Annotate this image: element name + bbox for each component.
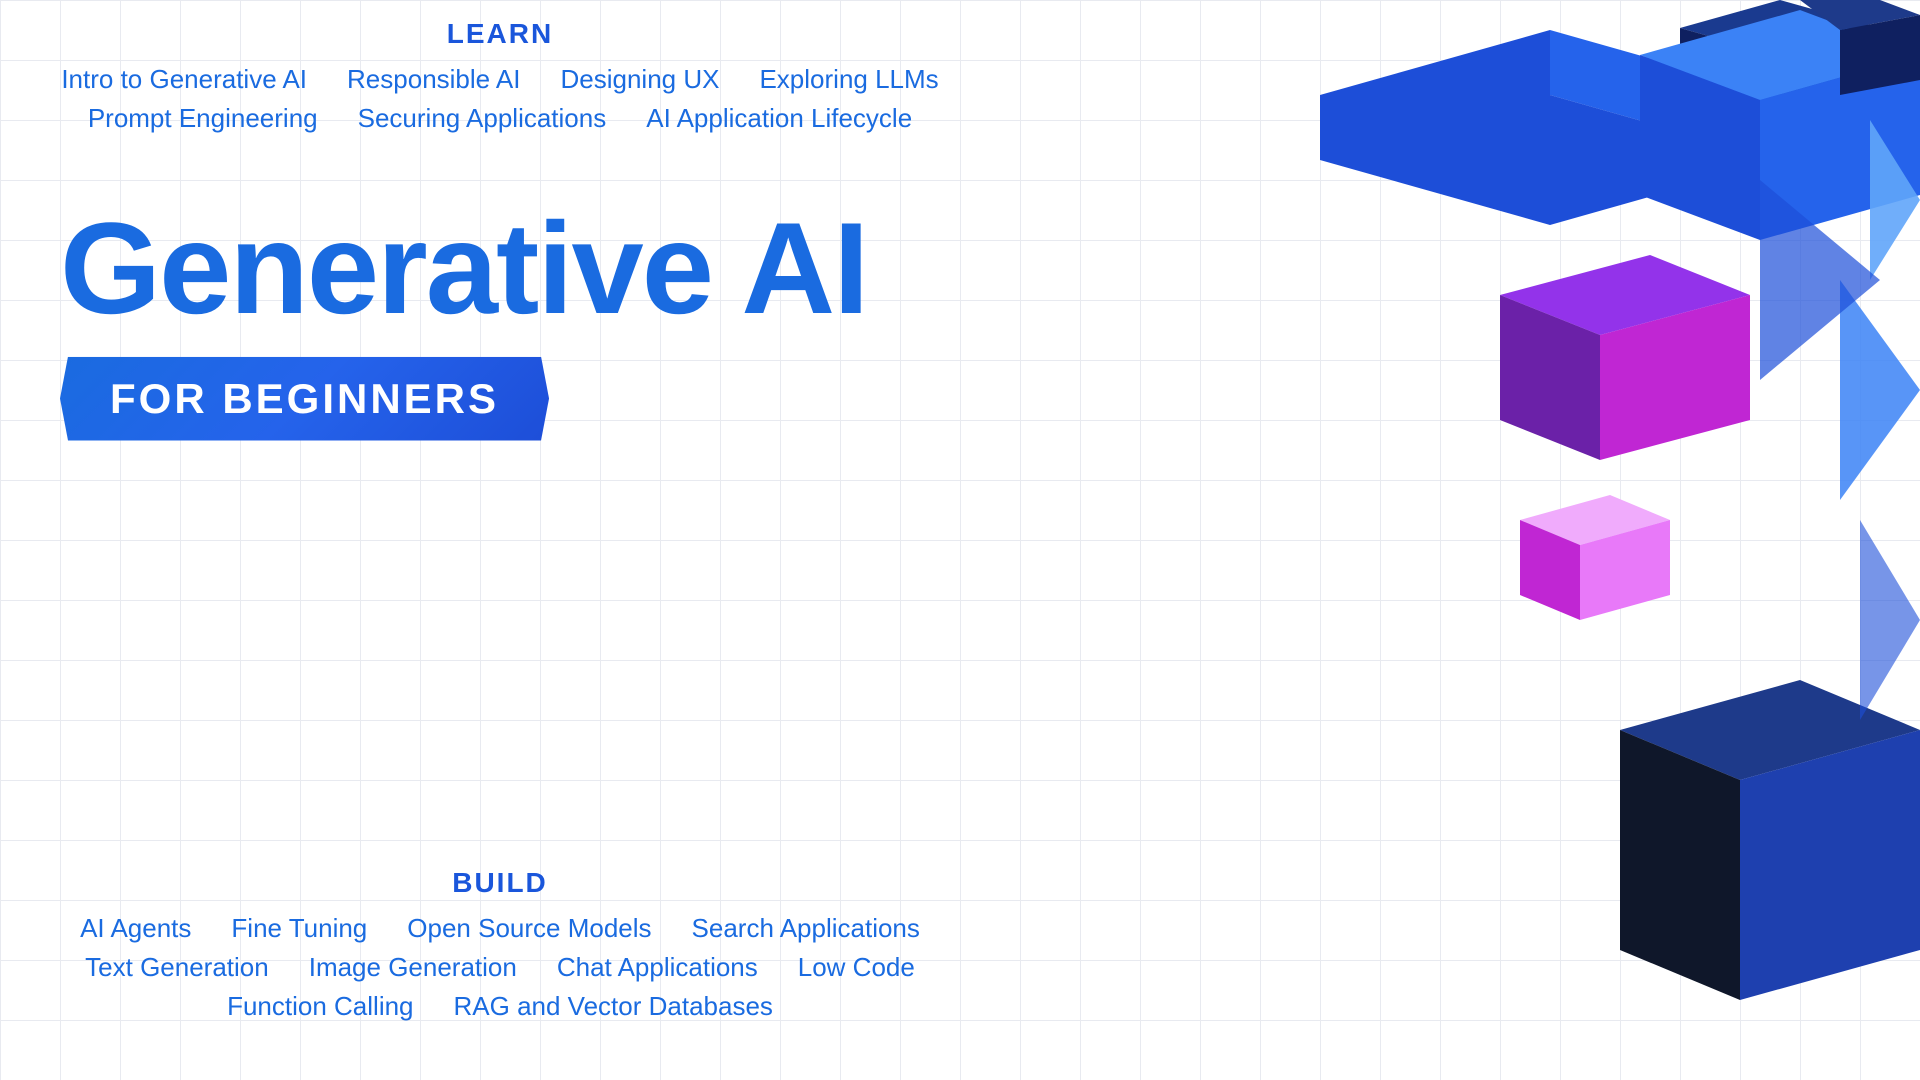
nav-prompt-engineering[interactable]: Prompt Engineering — [88, 103, 318, 134]
build-row-2: Text Generation Image Generation Chat Ap… — [30, 952, 970, 983]
for-beginners-badge: FOR BEGINNERS — [60, 357, 549, 441]
build-section: BUILD AI Agents Fine Tuning Open Source … — [0, 867, 1000, 1030]
nav-designing-ux[interactable]: Designing UX — [560, 64, 719, 95]
build-row-1: AI Agents Fine Tuning Open Source Models… — [30, 913, 970, 944]
nav-ai-agents[interactable]: AI Agents — [80, 913, 191, 944]
triangle-right-3 — [1860, 520, 1920, 720]
nav-rag-vector[interactable]: RAG and Vector Databases — [454, 991, 773, 1022]
nav-text-generation[interactable]: Text Generation — [85, 952, 269, 983]
main-content: LEARN Intro to Generative AI Responsible… — [0, 0, 1920, 1080]
triangle-right-2 — [1840, 280, 1920, 500]
nav-search-applications[interactable]: Search Applications — [692, 913, 920, 944]
learn-section: LEARN Intro to Generative AI Responsible… — [0, 0, 1000, 142]
nav-securing-applications[interactable]: Securing Applications — [358, 103, 607, 134]
nav-chat-applications[interactable]: Chat Applications — [557, 952, 758, 983]
shapes-svg — [1220, 0, 1920, 1080]
nav-low-code[interactable]: Low Code — [798, 952, 915, 983]
nav-fine-tuning[interactable]: Fine Tuning — [231, 913, 367, 944]
nav-image-generation[interactable]: Image Generation — [309, 952, 517, 983]
nav-ai-application-lifecycle[interactable]: AI Application Lifecycle — [646, 103, 912, 134]
hero-area: Generative AI FOR BEGINNERS — [60, 200, 867, 441]
build-row-3: Function Calling RAG and Vector Database… — [30, 991, 970, 1022]
learn-label: LEARN — [30, 18, 970, 50]
nav-intro-gen-ai[interactable]: Intro to Generative AI — [61, 64, 307, 95]
nav-function-calling[interactable]: Function Calling — [227, 991, 413, 1022]
learn-row-1: Intro to Generative AI Responsible AI De… — [30, 64, 970, 95]
nav-responsible-ai[interactable]: Responsible AI — [347, 64, 520, 95]
decorative-shapes — [1220, 0, 1920, 1080]
hero-title: Generative AI — [60, 200, 867, 337]
build-label: BUILD — [30, 867, 970, 899]
nav-open-source-models[interactable]: Open Source Models — [407, 913, 651, 944]
nav-exploring-llms[interactable]: Exploring LLMs — [759, 64, 938, 95]
badge-container: FOR BEGINNERS — [60, 357, 867, 441]
learn-row-2: Prompt Engineering Securing Applications… — [30, 103, 970, 134]
